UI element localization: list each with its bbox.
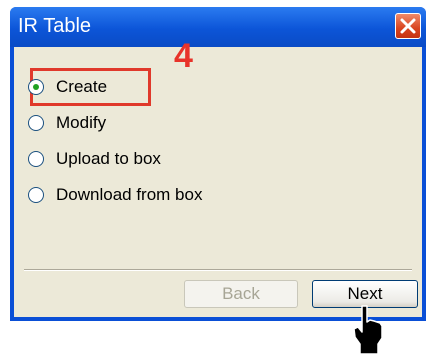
option-modify[interactable]: Modify [28,111,106,135]
close-icon [400,18,416,34]
back-button[interactable]: Back [184,280,298,308]
dialog-content: 4 Create Modify Upload to box Download f… [14,37,422,317]
option-label: Upload to box [56,149,161,168]
option-create[interactable]: Create [28,75,107,99]
radio-upload-to-box[interactable] [28,151,44,167]
separator [24,269,412,271]
title-bar[interactable]: IR Table [10,7,426,47]
step-number-annotation: 4 [174,37,193,75]
radio-create[interactable] [28,79,44,95]
option-upload-to-box[interactable]: Upload to box [28,147,161,171]
hand-pointer-icon [353,305,383,355]
option-label: Download from box [56,185,203,204]
ir-table-dialog: IR Table 4 Create Modify Upload to box D… [10,7,426,321]
close-button[interactable] [395,13,421,39]
option-download-from-box[interactable]: Download from box [28,183,202,207]
option-label: Modify [56,113,107,132]
window-title: IR Table [18,15,92,37]
option-label: Create [56,77,108,96]
radio-modify[interactable] [28,115,44,131]
radio-download-from-box[interactable] [28,187,44,203]
